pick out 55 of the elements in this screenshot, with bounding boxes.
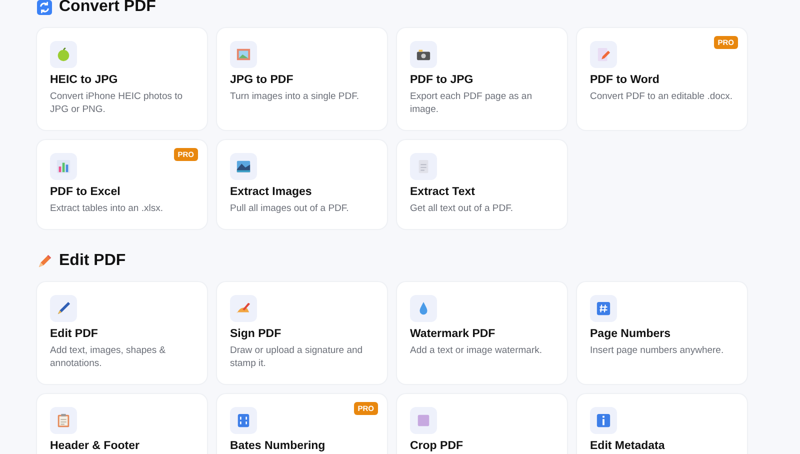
tool-card[interactable]: Watermark PDF Add a text or image watermark.	[397, 282, 567, 384]
tool-description: Add a text or image watermark.	[410, 344, 543, 357]
info-icon	[596, 413, 611, 428]
tool-description: Extract tables into an .xlsx.	[50, 202, 164, 215]
tool-description: Get all text out of a PDF.	[410, 202, 514, 215]
tool-card[interactable]: Crop PDF	[397, 394, 567, 454]
tool-title: Sign PDF	[230, 327, 282, 341]
tool-description: Export each PDF page as an image.	[410, 90, 533, 116]
document-pencil-icon	[596, 47, 611, 62]
pencil-icon	[37, 254, 52, 268]
tool-card[interactable]: PDF to JPG Export each PDF page as an image.	[397, 28, 567, 130]
tool-description: Turn images into a single PDF.	[230, 90, 360, 103]
pen-icon	[56, 301, 71, 316]
tool-title: Crop PDF	[410, 439, 464, 453]
tool-card[interactable]: HEIC to JPG Convert iPhone HEIC photos to JPG or PNG.	[37, 28, 207, 130]
tool-card[interactable]: Sign PDF Draw or upload a signature and stamp it.	[217, 282, 387, 384]
tool-card[interactable]: JPG to PDF Turn images into a single PDF.	[217, 28, 387, 130]
tool-title: PDF to Excel	[50, 185, 122, 199]
tool-card[interactable]: Extract Images Pull all images out of a PDF.	[217, 140, 387, 229]
camera-icon	[416, 47, 431, 62]
tool-description: Pull all images out of a PDF.	[230, 202, 350, 215]
tool-description: Draw or upload a signature and stamp it.	[230, 344, 364, 370]
tool-title: PDF to JPG	[410, 73, 474, 87]
tool-title: Watermark PDF	[410, 327, 496, 341]
tool-description: Convert PDF to an editable .docx.	[590, 90, 734, 103]
tool-description: Convert iPhone HEIC photos to JPG or PNG.	[50, 90, 184, 116]
tool-title: Edit PDF	[50, 327, 99, 341]
tool-card[interactable]: Edit PDF Add text, images, shapes & annotations.	[37, 282, 207, 384]
landscape-icon	[236, 159, 251, 174]
bar-chart-icon	[56, 159, 71, 174]
section-title: Edit PDF	[59, 251, 126, 271]
tool-title: Edit Metadata	[590, 439, 666, 453]
refresh-icon	[37, 0, 52, 14]
tool-title: JPG to PDF	[230, 73, 294, 87]
tool-card[interactable]: Header & Footer	[37, 394, 207, 454]
clipboard-icon	[56, 413, 71, 428]
tool-title: Page Numbers	[590, 327, 672, 341]
document-icon	[416, 159, 431, 174]
square-icon	[416, 413, 431, 428]
tool-title: PDF to Word	[590, 73, 660, 87]
tool-card[interactable]: Edit Metadata	[577, 394, 747, 454]
fruit-icon	[56, 47, 71, 62]
tool-title: Extract Text	[410, 185, 476, 199]
tool-title: Extract Images	[230, 185, 313, 199]
tool-title: Bates Numbering	[230, 439, 326, 453]
tool-description: Add text, images, shapes & annotations.	[50, 344, 167, 370]
hash-icon	[596, 301, 611, 316]
tool-card[interactable]: Extract Text Get all text out of a PDF.	[397, 140, 567, 229]
tool-description: Insert page numbers anywhere.	[590, 344, 725, 357]
tool-title: Header & Footer	[50, 439, 140, 453]
section-title: Convert PDF	[59, 0, 156, 17]
number-grid-icon	[236, 413, 251, 428]
picture-icon	[236, 47, 251, 62]
tool-title: HEIC to JPG	[50, 73, 119, 87]
tool-card[interactable]: Page Numbers Insert page numbers anywhere.	[577, 282, 747, 384]
